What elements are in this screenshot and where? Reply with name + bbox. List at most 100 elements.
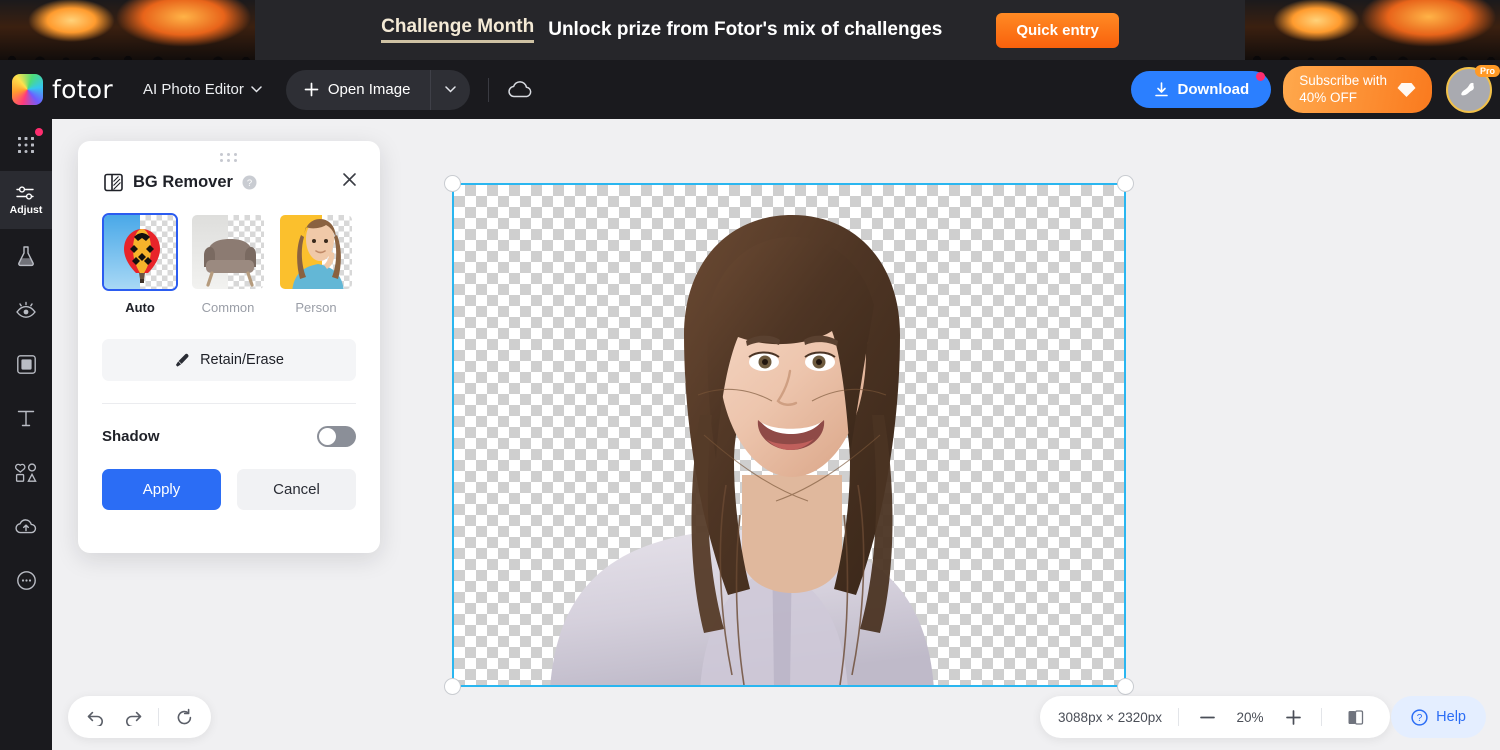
- header-divider: [488, 77, 490, 102]
- quick-entry-button[interactable]: Quick entry: [996, 12, 1119, 48]
- mode-option-common[interactable]: Common: [190, 213, 266, 315]
- subject-image: [454, 185, 1124, 685]
- bg-remover-panel: BG Remover ? Auto Common Person Retain/E…: [78, 141, 380, 553]
- user-avatar[interactable]: Pro: [1446, 64, 1500, 113]
- sidebar-item-apps[interactable]: [0, 119, 52, 171]
- balloon-illustration: [124, 229, 160, 283]
- mode-menu-ai-photo-editor[interactable]: AI Photo Editor: [143, 81, 262, 98]
- open-image-button[interactable]: Open Image: [286, 69, 432, 110]
- brush-icon: [175, 353, 189, 367]
- fotor-photo-editor: Challenge Month Unlock prize from Fotor'…: [0, 0, 1500, 750]
- cloud-storage-button[interactable]: [507, 80, 534, 99]
- panel-title: BG Remover: [133, 172, 233, 191]
- fotor-logo-text: fotor: [52, 75, 113, 104]
- compare-split-icon: [1348, 709, 1363, 725]
- reset-button[interactable]: [167, 700, 201, 734]
- open-image-group: Open Image: [285, 69, 471, 110]
- fotor-logo[interactable]: fotor: [12, 74, 113, 105]
- help-circle-icon[interactable]: ?: [242, 175, 257, 190]
- person-illustration: [292, 219, 344, 289]
- promo-content: Challenge Month Unlock prize from Fotor'…: [0, 0, 1500, 60]
- chevron-down-icon: [445, 86, 457, 93]
- frame-icon: [16, 354, 36, 374]
- undo-icon: [87, 711, 103, 726]
- resize-handle-bottom-right[interactable]: [1117, 678, 1134, 695]
- cloud-upload-icon: [15, 518, 37, 533]
- adjust-sliders-icon: [16, 186, 34, 200]
- compare-view-button[interactable]: [1338, 700, 1372, 734]
- chevron-down-icon: [251, 86, 262, 93]
- mode-label-person: Person: [295, 300, 337, 315]
- download-button[interactable]: Download: [1130, 71, 1272, 108]
- sidebar-item-upload[interactable]: [0, 499, 52, 553]
- statusbar-divider-1: [1178, 708, 1179, 726]
- panel-drag-handle[interactable]: [220, 153, 238, 162]
- reset-icon: [177, 708, 191, 724]
- text-icon: [17, 410, 35, 426]
- open-image-label: Open Image: [327, 81, 411, 98]
- promo-title: Challenge Month: [381, 16, 535, 44]
- zoom-level: 20%: [1236, 709, 1264, 725]
- image-selection-frame[interactable]: [444, 175, 1134, 695]
- close-icon: [343, 173, 356, 186]
- mode-menu-label: AI Photo Editor: [142, 81, 244, 98]
- subscribe-line1: Subscribe with: [1299, 72, 1387, 88]
- sidebar-item-beauty[interactable]: [0, 229, 52, 283]
- download-label: Download: [1177, 81, 1250, 98]
- retain-erase-button[interactable]: Retain/Erase: [102, 339, 356, 381]
- mode-option-person[interactable]: Person: [278, 213, 354, 315]
- smiley-more-icon: [16, 570, 36, 590]
- history-toolbar: [68, 696, 211, 738]
- sidebar-item-elements[interactable]: [0, 445, 52, 499]
- mode-thumb-common: [190, 213, 266, 291]
- image-dimensions: 3088px × 2320px: [1058, 709, 1162, 725]
- panel-close-button[interactable]: [341, 171, 358, 193]
- sidebar-item-adjust[interactable]: Adjust: [0, 171, 52, 229]
- subscribe-line2: 40% OFF: [1299, 89, 1357, 105]
- tool-rail: Adjust: [0, 119, 52, 750]
- subject-portrait: [550, 215, 934, 685]
- shadow-toggle-knob: [319, 428, 336, 445]
- mode-option-auto[interactable]: Auto: [102, 213, 178, 315]
- cloud-icon: [508, 81, 532, 98]
- header-actions: Download Subscribe with 40% OFF Pro: [1130, 64, 1500, 114]
- fotor-logo-icon: [12, 74, 43, 105]
- subscribe-button[interactable]: Subscribe with 40% OFF: [1283, 65, 1432, 114]
- resize-handle-top-right[interactable]: [1117, 175, 1134, 192]
- sidebar-item-adjust-label: Adjust: [9, 204, 43, 216]
- zoom-out-button[interactable]: [1195, 705, 1219, 729]
- sidebar-item-text[interactable]: [0, 391, 52, 445]
- promo-banner: Challenge Month Unlock prize from Fotor'…: [0, 0, 1500, 60]
- zoom-in-button[interactable]: [1281, 705, 1305, 729]
- shadow-toggle[interactable]: [317, 426, 356, 447]
- app-header: fotor AI Photo Editor Open Image Downloa…: [0, 60, 1500, 119]
- panel-divider: [102, 403, 356, 404]
- shadow-setting-row: Shadow: [78, 426, 380, 447]
- resize-handle-top-left[interactable]: [444, 175, 461, 192]
- plus-icon: [304, 82, 319, 97]
- help-label: Help: [1436, 709, 1466, 725]
- undo-button[interactable]: [78, 700, 112, 734]
- shadow-label: Shadow: [102, 428, 160, 445]
- canvas-statusbar: 3088px × 2320px 20%: [1040, 696, 1390, 738]
- eye-retouch-icon: [16, 301, 36, 318]
- mode-label-common: Common: [201, 300, 255, 315]
- apply-button[interactable]: Apply: [102, 469, 221, 510]
- redo-button[interactable]: [116, 700, 150, 734]
- sidebar-item-retouch[interactable]: [0, 283, 52, 337]
- diamond-icon: [1397, 82, 1416, 97]
- sidebar-item-frame[interactable]: [0, 337, 52, 391]
- mode-selector: Auto Common Person: [78, 193, 380, 315]
- pro-badge: Pro: [1474, 64, 1500, 77]
- elements-shapes-icon: [14, 462, 37, 482]
- help-button[interactable]: ? Help: [1391, 696, 1486, 738]
- open-image-dropdown[interactable]: [431, 70, 470, 110]
- sidebar-item-more[interactable]: [0, 553, 52, 607]
- chair-illustration: [204, 239, 256, 287]
- resize-handle-bottom-left[interactable]: [444, 678, 461, 695]
- statusbar-divider-2: [1321, 708, 1322, 726]
- svg-text:?: ?: [1417, 713, 1423, 724]
- question-circle-icon: ?: [1411, 708, 1428, 726]
- panel-actions: Apply Cancel: [78, 469, 380, 510]
- cancel-button[interactable]: Cancel: [237, 469, 356, 510]
